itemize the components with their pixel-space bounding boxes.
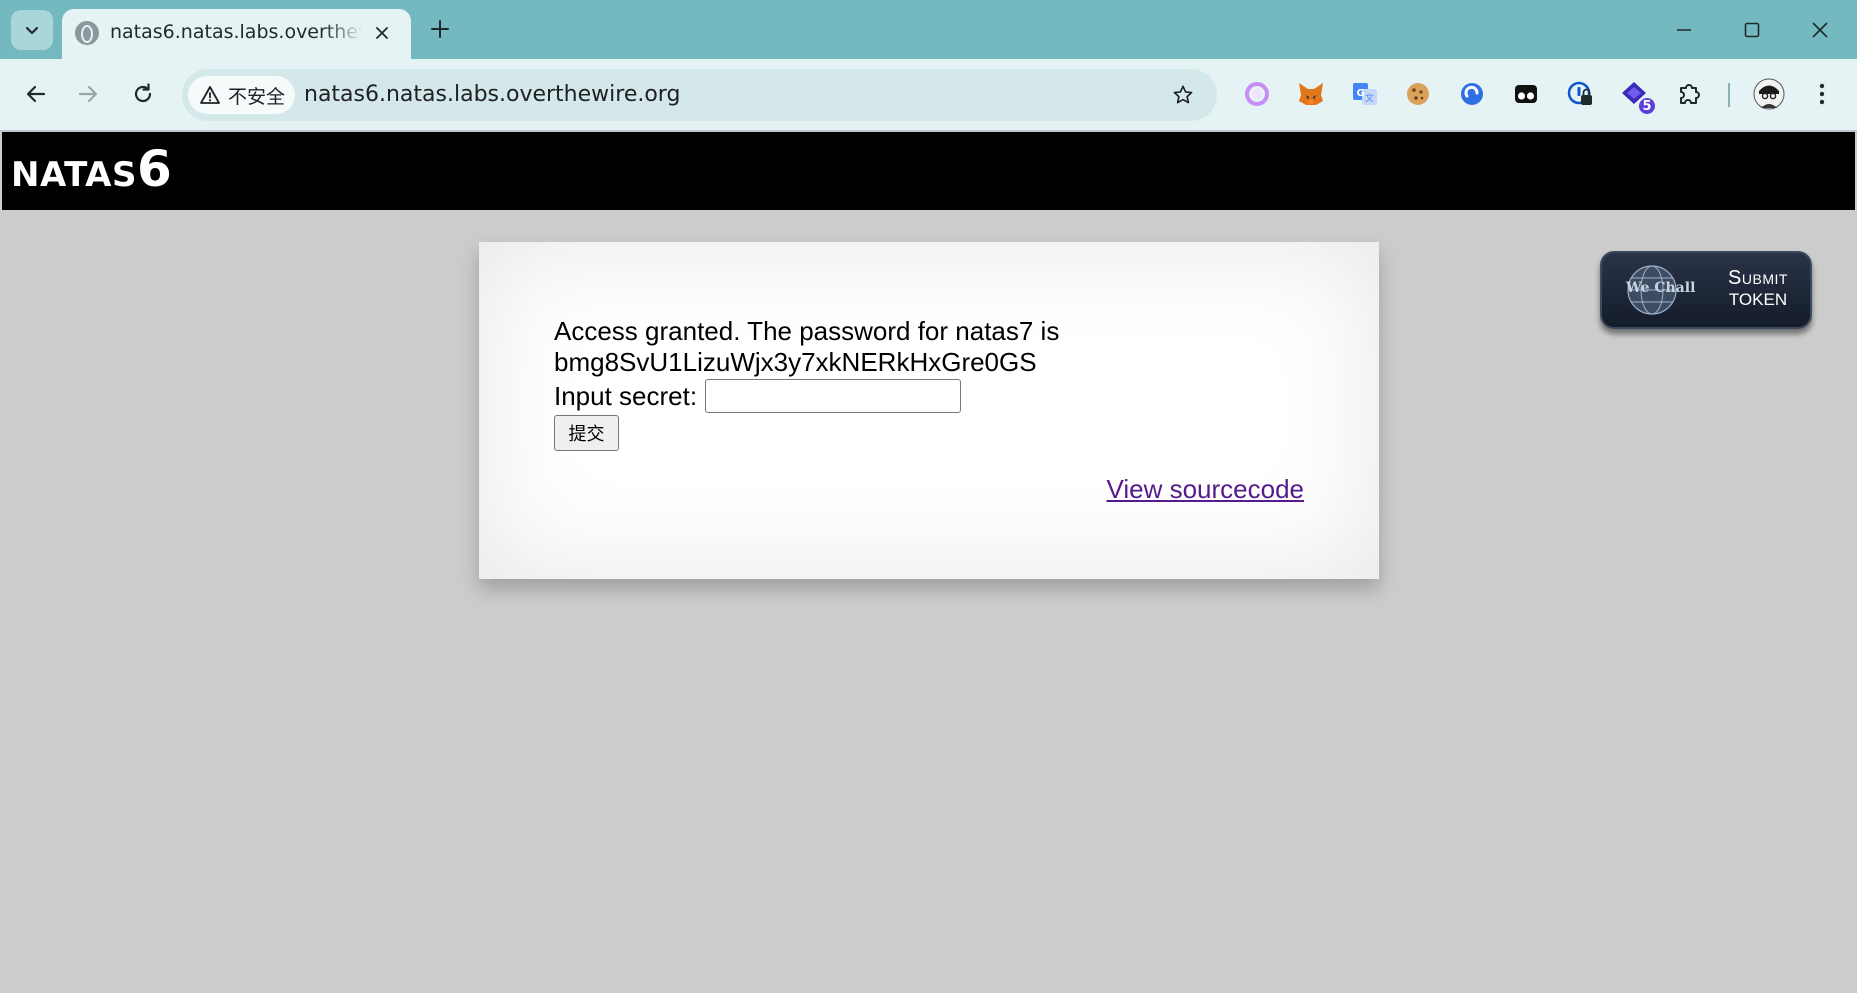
forward-button[interactable] [68, 74, 108, 114]
page-title: NATAS6 [11, 144, 172, 194]
access-message: Access granted. The password for natas7 … [554, 316, 1059, 378]
browser-menu-button[interactable] [1805, 77, 1839, 111]
maximize-button[interactable] [1730, 10, 1774, 50]
bookmark-button[interactable] [1167, 79, 1199, 111]
cookie-icon[interactable] [1401, 77, 1435, 111]
password-text: bmg8SvU1LizuWjx3y7xkNERkHxGre0GS [554, 347, 1037, 377]
security-indicator[interactable]: 不安全 [188, 76, 296, 114]
tampermonkey-icon[interactable] [1509, 77, 1543, 111]
toolbar-divider [1728, 83, 1730, 107]
password-manager-icon[interactable] [1563, 77, 1597, 111]
access-message-line: Access granted. The password for natas7 … [554, 316, 1060, 346]
minimize-icon [1677, 29, 1691, 31]
globe-icon [75, 21, 99, 45]
site-header: NATAS6 [2, 132, 1855, 210]
tab-search-button[interactable] [11, 10, 53, 50]
active-tab[interactable]: natas6.natas.labs.overthewire.org [62, 9, 411, 59]
wechall-submit-token-button[interactable]: We Chall Submit TOKEN [1600, 251, 1812, 329]
maximize-icon [1744, 22, 1760, 38]
svg-text:文: 文 [1365, 92, 1374, 104]
submit-token-label: Submit TOKEN [1712, 267, 1804, 311]
profile-avatar[interactable] [1751, 76, 1787, 112]
page-title-number: 6 [136, 140, 172, 198]
secret-form-row: Input secret: [554, 379, 962, 413]
arrow-right-icon [78, 85, 98, 103]
submit-token-line1: Submit [1728, 267, 1788, 289]
svg-text:G: G [1357, 88, 1365, 99]
tab-strip: natas6.natas.labs.overthewire.org [0, 0, 1857, 59]
circle-extension-icon[interactable] [1240, 77, 1274, 111]
view-sourcecode-link[interactable]: View sourcecode [1106, 474, 1304, 505]
google-translate-icon[interactable]: G文 [1348, 77, 1382, 111]
edge-blue-icon[interactable] [1455, 77, 1489, 111]
address-bar[interactable]: 不安全 natas6.natas.labs.overthewire.org [182, 69, 1217, 121]
chevron-down-icon [25, 26, 39, 35]
reload-button[interactable] [123, 74, 163, 114]
minimize-button[interactable] [1662, 10, 1706, 50]
arrow-left-icon [26, 85, 46, 103]
submit-token-line2: TOKEN [1728, 290, 1788, 309]
tab-title: natas6.natas.labs.overthewire.org [110, 21, 362, 43]
close-icon [1812, 22, 1828, 38]
plus-icon [431, 20, 449, 38]
page-title-prefix: NATAS [11, 155, 137, 195]
tab-close-button[interactable] [369, 20, 395, 46]
content-box: Access granted. The password for natas7 … [479, 242, 1379, 579]
reload-icon [134, 83, 152, 103]
warning-icon [200, 86, 220, 104]
submit-button[interactable]: 提交 [554, 415, 619, 451]
more-vertical-icon [1819, 83, 1825, 105]
url-text[interactable]: natas6.natas.labs.overthewire.org [304, 80, 680, 110]
secret-label: Input secret: [554, 380, 698, 411]
extension-badge: 5 [1637, 96, 1657, 116]
puzzle-extensions-icon[interactable] [1673, 77, 1707, 111]
new-tab-button[interactable] [424, 13, 456, 45]
metamask-fox-icon[interactable] [1294, 77, 1328, 111]
avatar-icon [1753, 78, 1785, 110]
browser-toolbar: 不安全 natas6.natas.labs.overthewire.org G文… [0, 59, 1857, 131]
security-label: 不安全 [228, 85, 286, 108]
back-button[interactable] [16, 74, 56, 114]
wechall-shield-icon[interactable]: 5 [1617, 77, 1657, 116]
window-close-button[interactable] [1798, 10, 1842, 50]
star-icon [1173, 85, 1193, 104]
close-icon [376, 27, 388, 39]
secret-input[interactable] [705, 379, 962, 413]
wechall-logo-text: We Chall [1626, 280, 1696, 296]
